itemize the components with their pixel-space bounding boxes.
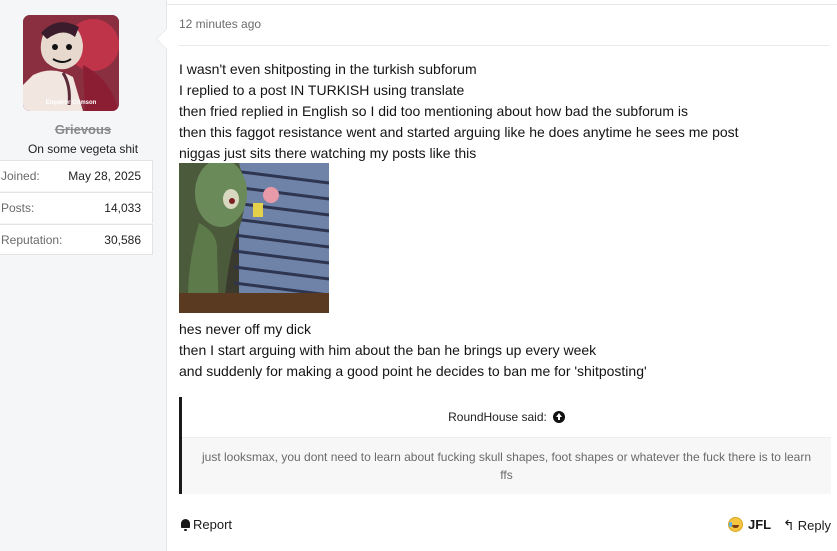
post-text-line: then fried replied in English so I did t… [179, 103, 688, 119]
quote-text: just looksmax, you dont need to learn ab… [201, 450, 812, 482]
username[interactable]: Grievous [0, 122, 166, 137]
post-text-line: hes never off my dick [179, 321, 312, 337]
reply-arrow-icon: ↰ [783, 517, 795, 533]
report-label: Report [193, 517, 233, 532]
user-sidebar: Emperor Crimson Grievous On some vegeta … [0, 0, 167, 551]
post-text-line: niggas just sits there watching my posts… [179, 145, 477, 161]
avatar-caption: Emperor Crimson [45, 100, 97, 106]
stat-joined: Joined: May 28, 2025 [0, 160, 153, 191]
stat-posts: Posts: 14,033 [0, 192, 153, 223]
stat-value: 30,586 [104, 232, 141, 247]
embedded-image[interactable] [179, 163, 329, 313]
reaction-button[interactable]: JFL [728, 517, 771, 532]
post-text-line: and suddenly for making a good point he … [179, 363, 647, 379]
bell-icon [181, 519, 190, 531]
arrow-up-circle-icon[interactable] [552, 411, 565, 423]
post-pointer [156, 28, 167, 50]
stat-reputation: Reputation: 30,586 [0, 224, 153, 255]
quote-block: RoundHouse said: just looksmax, you dont… [179, 397, 831, 494]
avatar-image [23, 15, 119, 111]
post-text-line: I wasn't even shitposting in the turkish… [179, 61, 477, 77]
avatar[interactable]: Emperor Crimson [23, 15, 119, 111]
post-top-border [166, 4, 837, 5]
post-text-line: then I start arguing with him about the … [179, 342, 597, 358]
quote-author[interactable]: RoundHouse said: [448, 410, 547, 424]
reaction-label: JFL [748, 517, 772, 532]
stat-label: Posts: [1, 201, 35, 215]
user-title: On some vegeta shit [27, 142, 139, 156]
user-stats: Joined: May 28, 2025 Posts: 14,033 Reput… [0, 160, 153, 256]
report-button[interactable]: Report [181, 517, 232, 532]
stat-value: May 28, 2025 [68, 169, 141, 183]
quote-header: RoundHouse said: [182, 397, 831, 438]
post-timestamp[interactable]: 12 minutes ago [179, 17, 261, 31]
stat-label: Joined: [1, 169, 40, 183]
reply-label: Reply [797, 518, 831, 533]
post-header-divider [179, 45, 829, 46]
squidward-window-image [179, 163, 329, 313]
laughing-emoji-icon [728, 517, 743, 532]
post-text-line: then this faggot resistance went and sta… [179, 124, 739, 140]
stat-value: 14,033 [104, 201, 141, 215]
post-text-line: I replied to a post IN TURKISH using tra… [179, 82, 465, 98]
stat-label: Reputation: [1, 232, 63, 247]
reply-button[interactable]: ↰ Reply [783, 517, 831, 534]
